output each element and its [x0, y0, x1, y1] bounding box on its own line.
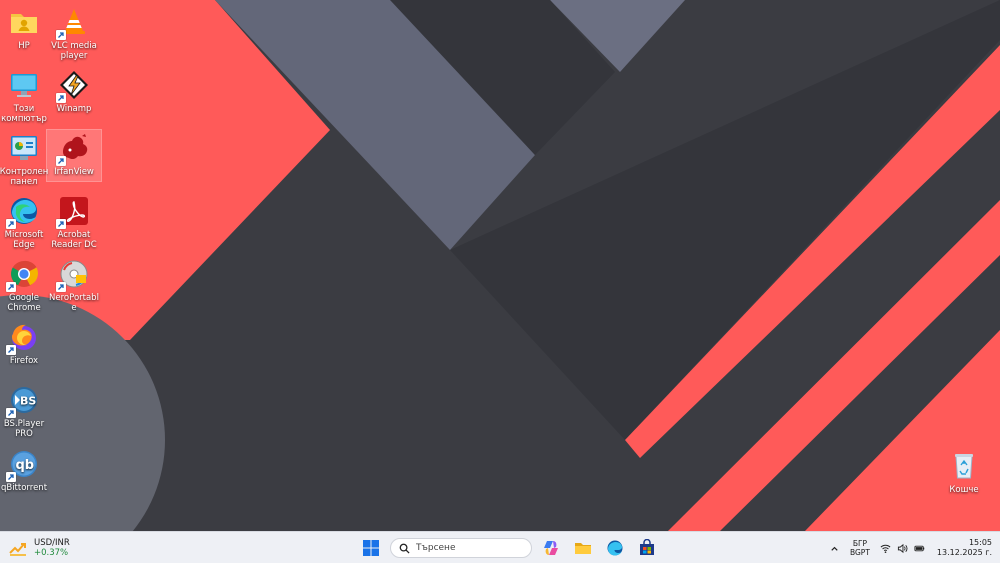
desktop-icon-label: Winamp — [56, 104, 92, 114]
desktop-icon-winamp[interactable]: Winamp — [47, 69, 101, 114]
volume-button[interactable] — [897, 543, 908, 554]
desktop-icon-qbittorrent[interactable]: qb qBittorrent — [0, 448, 51, 493]
chevron-up-icon — [831, 546, 838, 551]
chrome-icon — [6, 258, 40, 292]
store-button[interactable] — [634, 535, 660, 561]
firefox-icon — [6, 321, 40, 355]
shortcut-arrow-icon — [56, 156, 66, 166]
desktop-icon-control-panel[interactable]: Контролен панел — [0, 132, 51, 187]
monitor-icon — [8, 69, 40, 101]
desktop-icon-google-chrome[interactable]: Google Chrome — [0, 258, 51, 313]
desktop-icon-label: Acrobat Reader DC — [51, 230, 97, 250]
qbittorrent-icon: qb — [6, 448, 40, 482]
search-icon — [399, 543, 410, 554]
desktop-icon-label: HP — [18, 41, 30, 51]
desktop-icon-label: Кошче — [949, 485, 979, 495]
wallpaper — [0, 0, 1000, 531]
desktop-icon-hp[interactable]: HP — [0, 6, 51, 51]
shortcut-arrow-icon — [6, 472, 16, 482]
edge-icon — [6, 195, 40, 229]
desktop-icon-this-pc[interactable]: Този компютър — [0, 69, 51, 124]
desktop-icon-label: NeroPortable — [49, 293, 99, 313]
desktop-icon-neroportable[interactable]: NeroPortable — [47, 258, 101, 313]
taskbar-center — [358, 535, 660, 561]
shortcut-arrow-icon — [56, 93, 66, 103]
wifi-icon — [880, 544, 891, 553]
start-icon — [363, 540, 379, 556]
recycle-bin-icon — [948, 450, 980, 482]
acrobat-icon — [56, 195, 90, 229]
user-folder-icon — [8, 6, 40, 38]
start-button[interactable] — [358, 535, 384, 561]
language-line-2: BGPT — [849, 548, 870, 557]
desktop-icon-label: qBittorrent — [0, 483, 48, 493]
desktop-icon-vlc[interactable]: VLC media player — [47, 6, 101, 61]
shortcut-arrow-icon — [56, 219, 66, 229]
clock[interactable]: 15:05 13.12.2025 г. — [931, 538, 992, 558]
edge-taskbar-button[interactable] — [602, 535, 628, 561]
search-box[interactable] — [390, 538, 532, 558]
desktop-icon-label: BS.Player PRO — [3, 419, 45, 439]
shortcut-arrow-icon — [6, 345, 16, 355]
store-icon — [640, 539, 654, 555]
chart-icon — [8, 538, 28, 558]
desktop-icon-bsplayer[interactable]: BS BS.Player PRO — [0, 384, 51, 439]
shortcut-arrow-icon — [56, 30, 66, 40]
edge-icon — [607, 540, 623, 556]
network-button[interactable] — [880, 543, 891, 554]
file-explorer-icon — [575, 543, 591, 554]
desktop-icon-label: VLC media player — [51, 41, 97, 61]
desktop-icon-label: Firefox — [9, 356, 39, 366]
desktop-icon-label: IrfanView — [54, 167, 94, 177]
language-line-1: БГР — [852, 539, 868, 548]
desktop-icon-microsoft-edge[interactable]: Microsoft Edge — [0, 195, 51, 250]
desktop-icon-acrobat-reader[interactable]: Acrobat Reader DC — [47, 195, 101, 250]
desktop-icon-irfanview[interactable]: IrfanView — [46, 129, 102, 182]
battery-icon — [914, 545, 925, 551]
search-input[interactable] — [416, 543, 516, 553]
vlc-icon — [56, 6, 90, 40]
control-panel-icon — [8, 132, 40, 164]
taskbar: USD/INR +0.37% БГР BGPT — [0, 531, 1000, 563]
shortcut-arrow-icon — [6, 408, 16, 418]
nero-icon — [56, 258, 90, 292]
desktop-icon-label: Microsoft Edge — [4, 230, 44, 250]
file-explorer-button[interactable] — [570, 535, 596, 561]
svg-text:BS: BS — [20, 395, 36, 408]
shortcut-arrow-icon — [6, 219, 16, 229]
clock-date: 13.12.2025 г. — [936, 548, 992, 557]
desktop[interactable]: HP Този компютър Контролен панел Microso… — [0, 0, 1000, 531]
shortcut-arrow-icon — [6, 282, 16, 292]
widget-title: USD/INR — [34, 538, 70, 548]
shortcut-arrow-icon — [56, 282, 66, 292]
copilot-icon — [544, 541, 558, 555]
clock-time: 15:05 — [968, 538, 992, 547]
desktop-icon-label: Google Chrome — [7, 293, 41, 313]
language-indicator[interactable]: БГР BGPT — [846, 539, 874, 557]
irfanview-icon — [56, 132, 90, 166]
svg-text:qb: qb — [16, 458, 35, 473]
widget-change: +0.37% — [34, 548, 69, 558]
desktop-icon-label: Контролен панел — [0, 167, 49, 187]
desktop-icon-recycle-bin[interactable]: Кошче — [937, 450, 991, 495]
show-hidden-icons-button[interactable] — [829, 543, 840, 554]
widgets-button[interactable]: USD/INR +0.37% — [8, 535, 70, 561]
system-tray: БГР BGPT 15:05 13.12.2025 г. — [829, 535, 992, 561]
battery-button[interactable] — [914, 543, 925, 554]
desktop-icon-firefox[interactable]: Firefox — [0, 321, 51, 366]
desktop-icon-label: Този компютър — [1, 104, 47, 124]
bsplayer-icon: BS — [6, 384, 40, 418]
speaker-icon — [897, 543, 908, 553]
copilot-button[interactable] — [538, 535, 564, 561]
winamp-icon — [56, 69, 90, 103]
